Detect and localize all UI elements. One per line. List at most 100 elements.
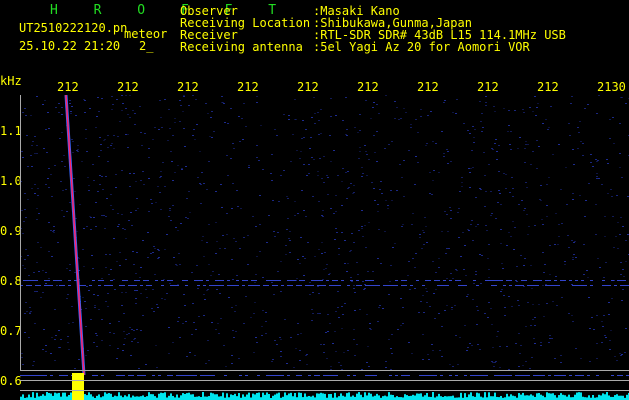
spectrogram-mark xyxy=(327,194,329,195)
spectrogram-mark xyxy=(280,261,282,262)
spectrogram-mark xyxy=(233,337,235,338)
spectrogram-mark xyxy=(284,319,286,320)
spectrogram-mark xyxy=(416,393,418,400)
spectrogram-mark xyxy=(167,375,170,376)
spectrogram-mark xyxy=(428,280,431,281)
x-tick-label: 2124 xyxy=(237,80,259,94)
spectrogram-mark xyxy=(374,375,377,376)
spectrogram-mark xyxy=(154,248,156,249)
spectrogram-mark xyxy=(373,188,375,189)
spectrogram-mark xyxy=(286,229,288,230)
spectrogram-mark xyxy=(322,393,324,400)
spectrogram-mark xyxy=(452,366,454,367)
spectrogram-mark xyxy=(326,280,329,281)
spectrogram-mark xyxy=(578,392,580,400)
spectrogram-mark xyxy=(140,180,142,181)
spectrogram-mark xyxy=(567,235,569,236)
spectrogram-mark xyxy=(83,99,85,100)
spectrogram-mark xyxy=(187,218,189,219)
spectrogram-mark xyxy=(621,300,623,301)
spectrogram-mark xyxy=(386,396,388,400)
spectrogram-mark xyxy=(472,126,474,127)
x-tick-label: 2127 xyxy=(417,80,439,94)
spectrogram-mark xyxy=(476,375,479,376)
spectrogram-mark xyxy=(508,125,510,126)
spectrogram-mark xyxy=(192,95,194,96)
spectrogram-mark xyxy=(59,375,62,376)
spectrogram-mark xyxy=(125,238,127,239)
spectrogram-mark xyxy=(479,188,481,189)
spectrogram-mark xyxy=(207,340,209,341)
spectrogram-mark xyxy=(263,285,266,286)
spectrogram-mark xyxy=(596,178,598,179)
spectrogram-mark xyxy=(125,292,127,293)
spectrogram-mark xyxy=(128,285,131,286)
spectrogram-mark xyxy=(529,368,531,369)
spectrogram-mark xyxy=(239,375,242,376)
spectrogram-mark xyxy=(522,392,524,400)
spectrogram-mark xyxy=(145,289,147,290)
spectrogram-mark xyxy=(66,268,68,269)
spectrogram-mark xyxy=(579,195,581,196)
spectrogram-mark xyxy=(86,151,88,152)
spectrogram-mark xyxy=(527,302,529,303)
spectrogram-mark xyxy=(50,230,52,231)
spectrogram-mark xyxy=(327,331,329,332)
spectrogram-mark xyxy=(192,135,194,136)
spectrogram-mark xyxy=(332,343,334,344)
divider-line xyxy=(20,370,629,371)
spectrogram-mark xyxy=(540,185,542,186)
spectrogram-mark xyxy=(361,210,363,211)
spectrogram-mark xyxy=(542,123,544,124)
spectrogram-mark xyxy=(97,295,99,296)
spectrogram-mark xyxy=(371,375,374,376)
spectrogram-mark xyxy=(549,335,551,336)
spectrogram-mark xyxy=(538,304,540,305)
spectrogram-mark xyxy=(342,314,344,315)
spectrogram-mark xyxy=(319,158,321,159)
spectrogram-mark xyxy=(157,249,159,250)
spectrogram-mark xyxy=(494,375,497,376)
spectrogram-mark xyxy=(297,259,299,260)
spectrogram-mark xyxy=(121,110,123,111)
spectrogram-mark xyxy=(131,375,134,376)
spectrogram-mark xyxy=(321,215,323,216)
spectrogram-mark xyxy=(308,395,310,400)
spectrogram-mark xyxy=(347,188,349,189)
spectrogram-mark xyxy=(203,315,205,316)
spectrogram-mark xyxy=(69,264,71,265)
spectrogram-mark xyxy=(536,375,539,376)
spectrogram-mark xyxy=(24,108,26,109)
spectrogram-mark xyxy=(110,194,112,195)
spectrogram-mark xyxy=(136,329,138,330)
spectrogram-mark xyxy=(87,177,89,178)
spectrogram-mark xyxy=(275,280,278,281)
spectrogram-mark xyxy=(500,375,503,376)
spectrogram-mark xyxy=(134,396,136,400)
spectrogram-mark xyxy=(611,298,613,299)
spectrogram-mark xyxy=(516,281,518,282)
spectrogram-mark xyxy=(254,285,257,286)
spectrogram-mark xyxy=(241,118,243,119)
spectrogram-mark xyxy=(280,339,282,340)
spectrogram-mark xyxy=(358,392,360,400)
spectrogram-mark xyxy=(612,216,614,217)
spectrogram-mark xyxy=(240,208,242,209)
spectrogram-mark xyxy=(394,101,396,102)
spectrogram-mark xyxy=(596,315,598,316)
spectrogram-mark xyxy=(573,254,575,255)
spectrogram-mark xyxy=(619,353,621,354)
spectrogram-mark xyxy=(525,361,527,362)
spectrogram-mark xyxy=(353,339,355,340)
spectrogram-mark xyxy=(323,156,325,157)
spectrogram-mark xyxy=(446,396,448,400)
spectrogram-mark xyxy=(435,272,437,273)
spectrogram-mark xyxy=(90,394,92,400)
spectrogram-mark xyxy=(388,392,390,400)
spectrogram-mark xyxy=(219,248,221,249)
spectrogram-mark xyxy=(134,280,137,281)
spectrogram-mark xyxy=(172,135,174,136)
spectrogram-mark xyxy=(70,392,72,400)
spectrogram-mark xyxy=(429,172,431,173)
spectrogram-mark xyxy=(294,99,296,100)
